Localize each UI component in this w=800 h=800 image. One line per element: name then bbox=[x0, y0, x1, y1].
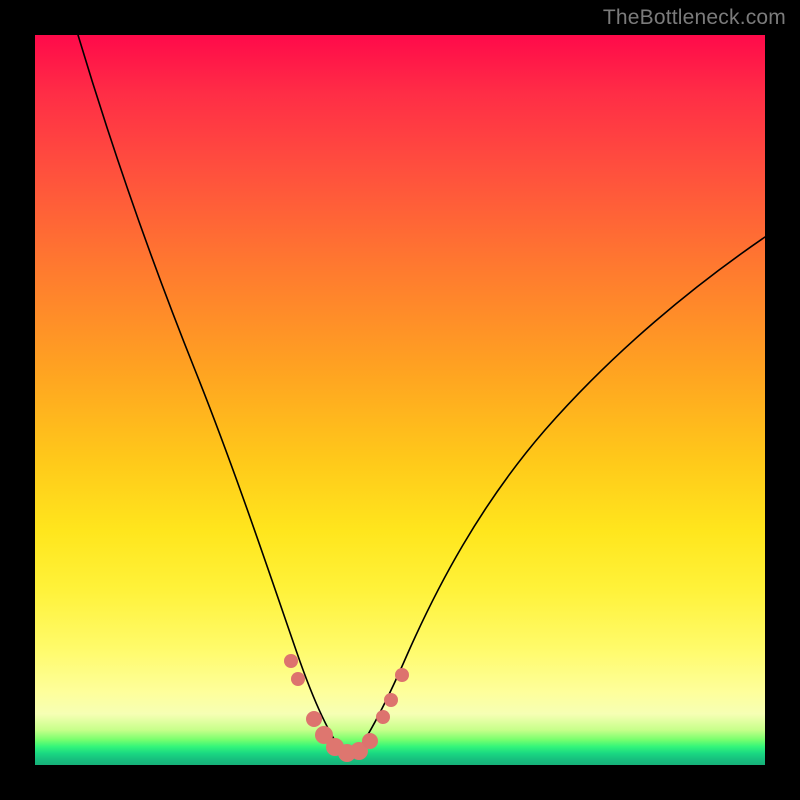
plot-area bbox=[35, 35, 765, 765]
marker-dot bbox=[284, 654, 298, 668]
right-curve bbox=[355, 237, 765, 755]
chart-stage: TheBottleneck.com bbox=[0, 0, 800, 800]
marker-dot bbox=[291, 672, 305, 686]
chart-svg bbox=[35, 35, 765, 765]
watermark-text: TheBottleneck.com bbox=[603, 6, 786, 30]
marker-dot bbox=[384, 693, 398, 707]
marker-dot bbox=[306, 711, 322, 727]
marker-dot bbox=[395, 668, 409, 682]
left-curve bbox=[78, 35, 345, 755]
marker-dot bbox=[376, 710, 390, 724]
marker-dot bbox=[362, 733, 378, 749]
